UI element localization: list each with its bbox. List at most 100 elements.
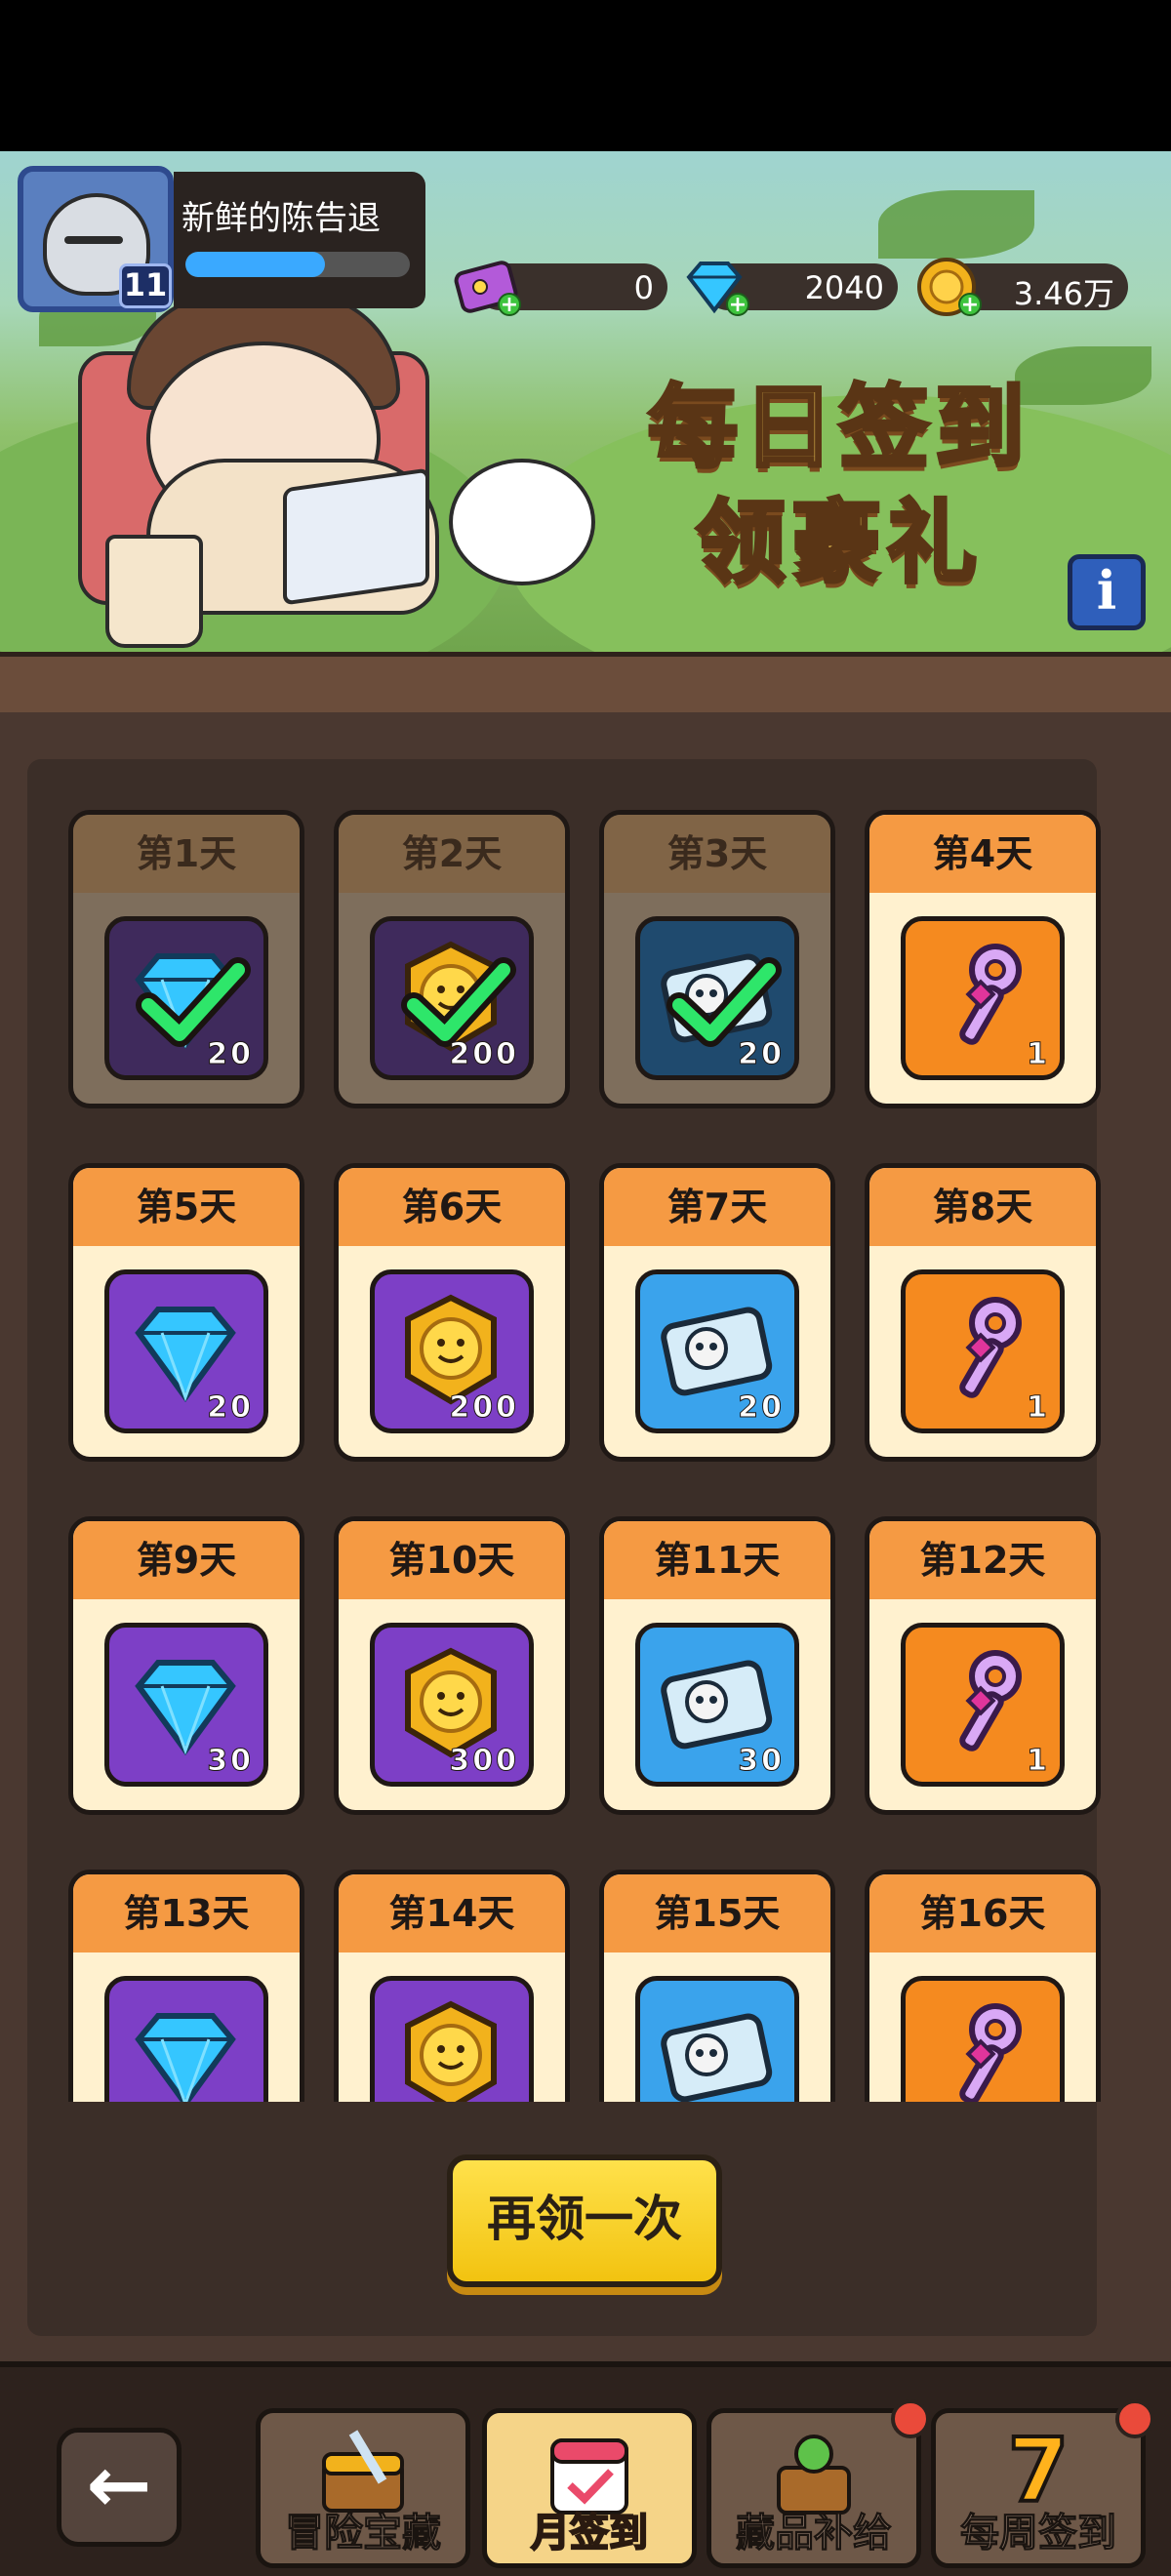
player-level-badge: 11 [119, 263, 172, 308]
reward-amount: 1 [1027, 1037, 1050, 1072]
day-label: 第12天 [869, 1521, 1096, 1599]
reward-tile: 20 [104, 1269, 268, 1433]
banner-title: 每日签到 领豪礼 [615, 371, 1064, 601]
day-label: 第2天 [339, 815, 565, 893]
back-arrow-icon: ← [86, 2439, 152, 2530]
day-reward-grid[interactable]: 第1天 20 第2天 200 第3天 20 第4天 1 第5天 20 第6天 200 第7天 20 第8天 1… [68, 810, 1103, 2102]
add-ticket-icon[interactable]: + [498, 293, 521, 316]
reward-amount: 20 [207, 1037, 254, 1072]
add-diamond-icon[interactable]: + [726, 293, 749, 316]
day-label: 第5天 [73, 1168, 300, 1246]
key-icon [959, 2003, 1022, 2102]
reward-tile [635, 1976, 799, 2102]
banner-ledge [0, 652, 1171, 712]
banner-title-line2: 领豪礼 [694, 489, 983, 597]
bubble-tea-cup [105, 535, 203, 648]
player-name: 新鲜的陈告退 [182, 199, 381, 238]
reward-amount: 30 [207, 1744, 254, 1779]
medal-icon [405, 2000, 497, 2102]
reward-amount: 20 [207, 1390, 254, 1426]
day-label: 第16天 [869, 1874, 1096, 1952]
reward-tile: 20 [635, 1269, 799, 1433]
day-label: 第10天 [339, 1521, 565, 1599]
day-label: 第1天 [73, 815, 300, 893]
day-label: 第7天 [604, 1168, 830, 1246]
reward-amount: 300 [449, 1744, 519, 1779]
day-card[interactable]: 第12天 1 [865, 1516, 1101, 1815]
info-button[interactable]: i [1068, 554, 1146, 630]
reward-tile: 300 [370, 1623, 534, 1787]
day-card[interactable]: 第6天 200 [334, 1163, 570, 1462]
nav-collection-supply[interactable]: 藏品补给 [707, 2399, 930, 2568]
reward-amount: 30 [738, 1744, 785, 1779]
day-card[interactable]: 第1天 20 [68, 810, 304, 1108]
banner-title-line1: 每日签到 [646, 374, 1030, 482]
reward-tile: 200 [370, 916, 534, 1080]
notification-badge [1115, 2399, 1154, 2438]
day-label: 第6天 [339, 1168, 565, 1246]
gold-value: 3.46万 [1013, 275, 1114, 312]
ticket-value: 0 [633, 269, 654, 306]
diamond-currency[interactable]: + 2040 [686, 262, 898, 316]
reward-amount: 200 [449, 1037, 519, 1072]
nav-label: 藏品补给 [736, 2511, 893, 2556]
leaf-decoration [878, 190, 1034, 259]
ticket-currency[interactable]: + 0 [454, 261, 667, 316]
nav-label: 冒险宝藏 [285, 2511, 442, 2556]
reward-amount: 200 [449, 1390, 519, 1426]
day-card[interactable]: 第15天 [599, 1870, 835, 2102]
key-icon [959, 1297, 1022, 1398]
day-card[interactable]: 第11天 30 [599, 1516, 835, 1815]
day-label: 第11天 [604, 1521, 830, 1599]
day-card[interactable]: 第2天 200 [334, 810, 570, 1108]
reward-tile: 1 [901, 916, 1065, 1080]
white-dog [449, 459, 595, 585]
day-label: 第9天 [73, 1521, 300, 1599]
reward-amount: 20 [738, 1390, 785, 1426]
diamond-value: 2040 [804, 269, 884, 306]
day-label: 第14天 [339, 1874, 565, 1952]
reward-tile [901, 1976, 1065, 2102]
nav-monthly-signin[interactable]: 月签到 [482, 2408, 697, 2568]
diamond-icon [135, 2013, 236, 2102]
day-label: 第4天 [869, 815, 1096, 893]
gold-currency[interactable]: + 3.46万 [917, 258, 1128, 316]
reward-tile: 1 [901, 1623, 1065, 1787]
day-card[interactable]: 第9天 30 [68, 1516, 304, 1815]
nav-weekly-signin[interactable]: 7 每周签到 [931, 2399, 1154, 2568]
day-card[interactable]: 第16天 [865, 1870, 1101, 2102]
xp-bar-fill [185, 252, 325, 277]
reward-tile: 20 [104, 916, 268, 1080]
nav-adventure-treasure[interactable]: 冒险宝藏 [256, 2408, 470, 2568]
reward-amount: 1 [1027, 1744, 1050, 1779]
reward-tile [370, 1976, 534, 2102]
notification-badge [891, 2399, 930, 2438]
day-label: 第15天 [604, 1874, 830, 1952]
day-card[interactable]: 第14天 [334, 1870, 570, 2102]
day-card[interactable]: 第4天 1 [865, 810, 1101, 1108]
player-card[interactable]: 11 新鲜的陈告退 [18, 166, 425, 312]
reward-tile: 1 [901, 1269, 1065, 1433]
day-card[interactable]: 第10天 300 [334, 1516, 570, 1815]
reward-tile: 30 [635, 1623, 799, 1787]
key-icon [959, 944, 1022, 1045]
day-card[interactable]: 第3天 20 [599, 810, 835, 1108]
reward-tile: 20 [635, 916, 799, 1080]
back-button[interactable]: ← [57, 2428, 182, 2547]
xp-bar [185, 252, 410, 277]
day-card[interactable]: 第13天 [68, 1870, 304, 2102]
day-card[interactable]: 第7天 20 [599, 1163, 835, 1462]
key-icon [959, 1650, 1022, 1751]
day-card[interactable]: 第5天 20 [68, 1163, 304, 1462]
nav-label: 每周签到 [960, 2511, 1117, 2556]
day-card[interactable]: 第8天 1 [865, 1163, 1101, 1462]
add-gold-icon[interactable]: + [958, 293, 982, 316]
status-bar-area [0, 0, 1171, 151]
reward-amount: 1 [1027, 1390, 1050, 1426]
skull-ticket-icon [661, 2013, 773, 2102]
day-label: 第8天 [869, 1168, 1096, 1246]
nav-label: 月签到 [530, 2510, 649, 2556]
claim-again-button[interactable]: 再领一次 [447, 2154, 722, 2287]
bottom-nav: ← 冒险宝藏 月签到 藏品补给 7 每周签到 [0, 2361, 1171, 2576]
reward-tile: 30 [104, 1623, 268, 1787]
